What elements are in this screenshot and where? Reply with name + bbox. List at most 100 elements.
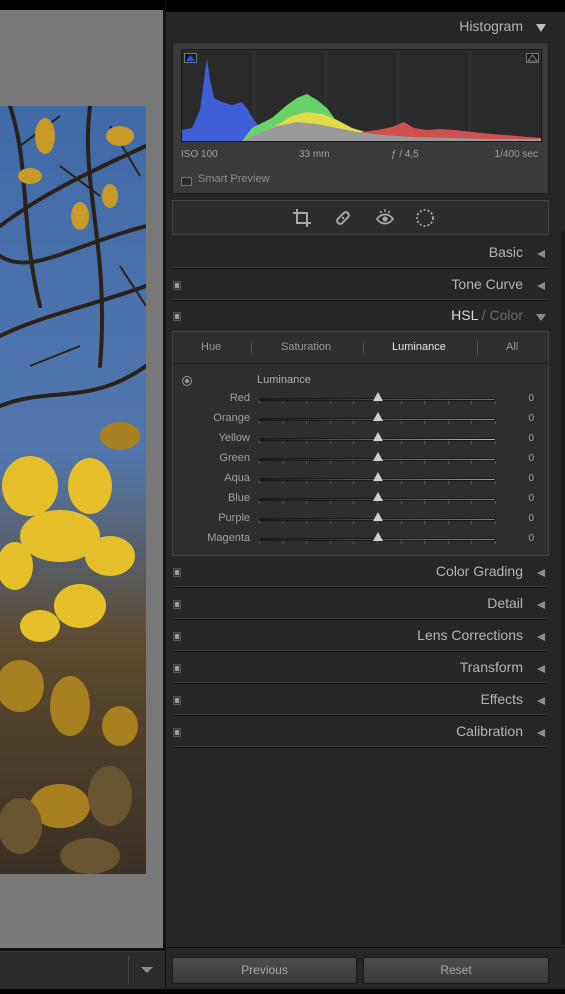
target-adjustment-icon[interactable] [182, 376, 192, 386]
hsl-label[interactable]: HSL [451, 307, 478, 323]
slider-label: Green [219, 452, 250, 464]
chevron-left-icon[interactable] [535, 727, 547, 739]
tone-curve-title: Tone Curve [451, 276, 523, 292]
masking-icon[interactable] [414, 207, 436, 229]
crop-icon[interactable] [291, 207, 313, 229]
lens-corrections-section-header[interactable]: Lens Corrections [172, 623, 549, 651]
basic-title: Basic [488, 244, 523, 260]
shadow-clipping-toggle[interactable] [184, 53, 197, 63]
slider-thumb[interactable] [372, 452, 383, 461]
slider-label: Orange [213, 412, 250, 424]
divider [172, 746, 549, 748]
divider [166, 947, 565, 948]
slider-thumb[interactable] [372, 472, 383, 481]
slider-value[interactable]: 0 [528, 413, 534, 424]
panel-toggle-switch[interactable] [173, 281, 181, 290]
slider-ticks [259, 521, 496, 524]
detail-section-header[interactable]: Detail [172, 591, 549, 619]
slider-row-orange: Orange 0 [173, 411, 548, 431]
panel-toggle-switch[interactable] [173, 696, 181, 705]
slider-value[interactable]: 0 [528, 453, 534, 464]
histogram-header[interactable]: Histogram [172, 14, 549, 42]
photo [0, 106, 146, 874]
tab-all[interactable]: All [506, 341, 518, 353]
tab-saturation[interactable]: Saturation [281, 341, 331, 353]
slider-thumb[interactable] [372, 492, 383, 501]
divider [172, 586, 549, 588]
aperture-readout: ƒ / 4,5 [391, 149, 419, 160]
slider-thumb[interactable] [372, 432, 383, 441]
shutter-readout: 1/400 sec [494, 149, 538, 160]
divider [172, 299, 549, 301]
hsl-separator: / [477, 307, 490, 323]
reset-button[interactable]: Reset [363, 957, 549, 984]
hsl-section-header[interactable]: HSL / Color [172, 303, 549, 331]
effects-section-header[interactable]: Effects [172, 687, 549, 715]
focal-length-readout: 33 mm [299, 149, 330, 160]
panel-toggle-switch[interactable] [173, 312, 181, 321]
slider-ticks [259, 401, 496, 404]
slider-value[interactable]: 0 [528, 433, 534, 444]
lens-corrections-title: Lens Corrections [417, 627, 523, 643]
chevron-left-icon[interactable] [535, 695, 547, 707]
panel-toggle-switch[interactable] [173, 568, 181, 577]
panel-toggle-switch[interactable] [173, 600, 181, 609]
red-eye-icon[interactable] [374, 207, 396, 229]
chevron-left-icon[interactable] [535, 599, 547, 611]
hsl-luminance-panel: Luminance Red 0 Orange 0 Yellow 0 Green 0 Aqua 0 B… [172, 363, 549, 556]
chevron-left-icon[interactable] [535, 663, 547, 675]
slider-value[interactable]: 0 [528, 513, 534, 524]
divider [172, 267, 549, 269]
slider-value[interactable]: 0 [528, 493, 534, 504]
chevron-left-icon[interactable] [535, 631, 547, 643]
develop-panel: Histogram ISO 100 33 mm ƒ / 4,5 1/400 se… [165, 0, 565, 994]
chevron-left-icon[interactable] [535, 567, 547, 579]
slider-thumb[interactable] [372, 392, 383, 401]
transform-section-header[interactable]: Transform [172, 655, 549, 683]
slider-value[interactable]: 0 [528, 473, 534, 484]
panel-scrollbar[interactable] [561, 230, 565, 945]
smart-preview-label: Smart Preview [198, 173, 270, 185]
tone-curve-section-header[interactable]: Tone Curve [172, 272, 549, 300]
chevron-down-icon[interactable] [139, 962, 155, 978]
panel-toggle-switch[interactable] [173, 728, 181, 737]
slider-value[interactable]: 0 [528, 393, 534, 404]
slider-ticks [259, 501, 496, 504]
slider-thumb[interactable] [372, 532, 383, 541]
divider [172, 682, 549, 684]
panel-toggle-switch[interactable] [173, 664, 181, 673]
previous-button[interactable]: Previous [172, 957, 357, 984]
tool-strip [172, 200, 549, 235]
slider-ticks [259, 441, 496, 444]
divider [363, 342, 364, 354]
divider [172, 714, 549, 716]
highlight-clipping-toggle[interactable] [526, 53, 539, 63]
panel-toggle-switch[interactable] [173, 632, 181, 641]
histogram-graph [181, 49, 542, 142]
slider-thumb[interactable] [372, 512, 383, 521]
slider-value[interactable]: 0 [528, 533, 534, 544]
tab-hue[interactable]: Hue [201, 341, 221, 353]
slider-row-yellow: Yellow 0 [173, 431, 548, 451]
hsl-tab-bar: Hue Saturation Luminance All [172, 331, 549, 363]
smart-preview-icon [181, 177, 192, 186]
chevron-left-icon[interactable] [535, 248, 547, 260]
photo-canvas[interactable] [0, 10, 163, 948]
iso-readout: ISO 100 [181, 149, 218, 160]
tab-luminance[interactable]: Luminance [392, 341, 446, 353]
triangle-up-icon [527, 54, 538, 62]
slider-row-green: Green 0 [173, 451, 548, 471]
histogram-plot [182, 50, 541, 141]
divider [172, 618, 549, 620]
basic-section-header[interactable]: Basic [172, 240, 549, 268]
calibration-section-header[interactable]: Calibration [172, 719, 549, 747]
chevron-down-icon[interactable] [535, 311, 547, 323]
heal-icon[interactable] [332, 207, 354, 229]
slider-label: Aqua [224, 472, 250, 484]
chevron-left-icon[interactable] [535, 280, 547, 292]
chevron-down-icon[interactable] [535, 22, 547, 34]
slider-thumb[interactable] [372, 412, 383, 421]
color-grading-section-header[interactable]: Color Grading [172, 559, 549, 587]
divider [172, 650, 549, 652]
color-label[interactable]: Color [490, 307, 523, 323]
